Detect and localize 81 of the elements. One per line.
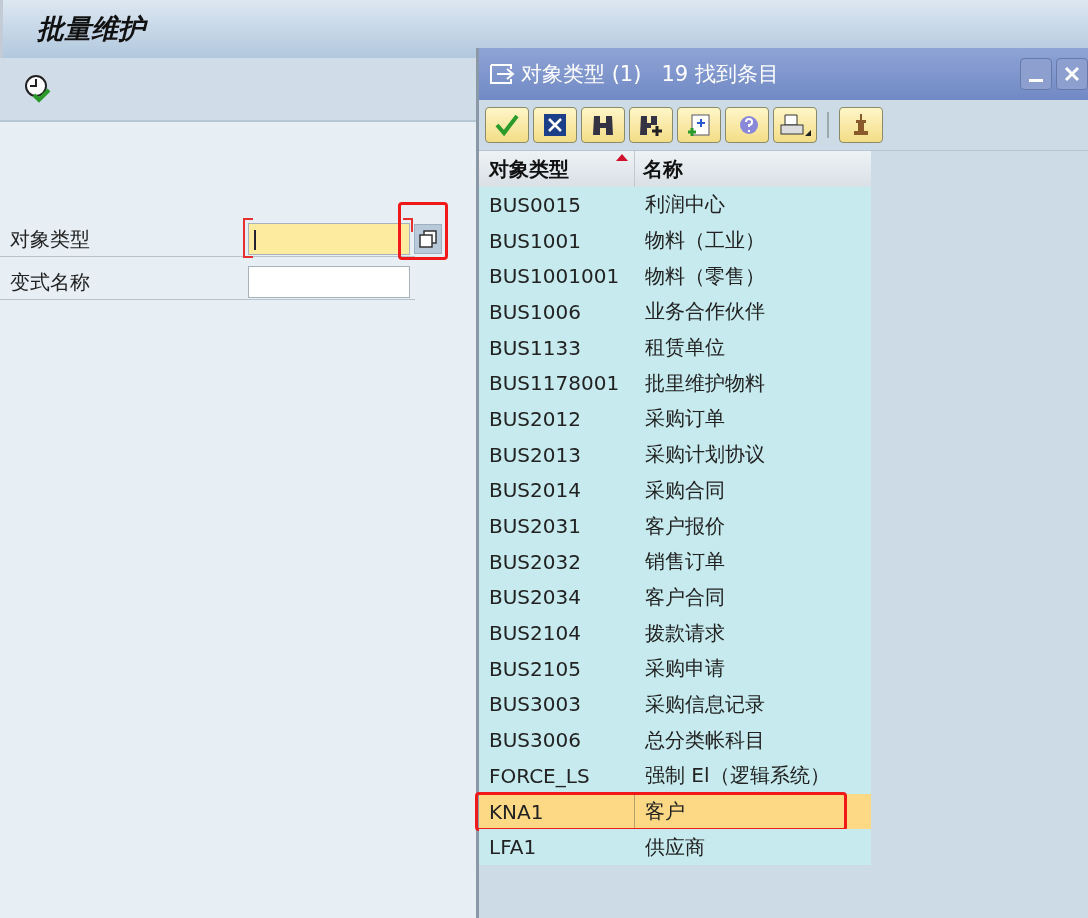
table-cell-text: BUS2104 bbox=[488, 620, 582, 648]
table-cell-text: 采购订单 bbox=[644, 405, 726, 433]
table-cell-text: 供应商 bbox=[644, 833, 706, 861]
cancel-icon bbox=[542, 113, 568, 137]
print-button[interactable] bbox=[773, 107, 817, 143]
column-header[interactable]: 名称 bbox=[635, 151, 871, 187]
table-cell-text: 强制 El（逻辑系统） bbox=[644, 762, 815, 790]
table-cell-text: BUS1001001 bbox=[488, 263, 621, 291]
table-cell-text: 采购计划协议 bbox=[644, 441, 766, 469]
find-next-button[interactable] bbox=[629, 107, 673, 143]
new-document-icon bbox=[686, 113, 712, 137]
text-cursor bbox=[254, 230, 256, 250]
table-cell-text: BUS1001 bbox=[488, 227, 582, 255]
table-row[interactable]: BUS2034 客户合同 bbox=[479, 579, 871, 616]
minimize-icon bbox=[1029, 78, 1043, 82]
table-cell-text: BUS3006 bbox=[488, 727, 582, 755]
pin-button[interactable] bbox=[839, 107, 883, 143]
field-label: 变式名称 bbox=[10, 268, 91, 296]
table-cell-text: BUS1178001 bbox=[488, 370, 621, 398]
copy-icon bbox=[418, 229, 438, 249]
table-cell-text: 批里维护物料 bbox=[644, 369, 766, 397]
table-cell-text: 客户 bbox=[644, 798, 686, 826]
table-cell-text: 总分类帐科目 bbox=[644, 726, 766, 754]
table-cell-text: BUS2105 bbox=[488, 655, 582, 683]
table-cell-text: BUS2013 bbox=[488, 441, 582, 469]
new-entry-button[interactable] bbox=[677, 107, 721, 143]
table-row[interactable]: BUS2104 拨款请求 bbox=[479, 615, 871, 651]
find-button[interactable] bbox=[581, 107, 625, 143]
table-cell-text: BUS1133 bbox=[488, 334, 582, 362]
dialog-icon bbox=[489, 63, 515, 85]
close-button[interactable] bbox=[1056, 58, 1088, 90]
minimize-button[interactable] bbox=[1020, 58, 1052, 90]
sort-indicator-icon bbox=[616, 154, 628, 161]
table-cell-text: BUS2031 bbox=[488, 513, 582, 541]
table-cell-text: 采购合同 bbox=[644, 476, 726, 504]
cancel-button[interactable] bbox=[533, 107, 577, 143]
table-row[interactable]: BUS1133 租赁单位 bbox=[479, 329, 871, 366]
table-row[interactable]: BUS1006 业务合作伙伴 bbox=[479, 294, 871, 330]
close-icon bbox=[1063, 65, 1081, 83]
field-label: 对象类型 bbox=[10, 225, 91, 253]
table-cell-text: 租赁单位 bbox=[644, 334, 726, 362]
table-row[interactable]: BUS2014 采购合同 bbox=[479, 472, 871, 509]
table-cell-text: 采购申请 bbox=[644, 655, 726, 683]
value-help-button[interactable] bbox=[414, 224, 442, 254]
table-cell-text: 物料（工业） bbox=[644, 227, 766, 255]
table-cell-text: 物料（零售） bbox=[644, 262, 766, 290]
table-row[interactable]: BUS2012 采购订单 bbox=[479, 401, 871, 437]
table-cell-text: BUS2034 bbox=[488, 584, 582, 612]
table-cell-text: 采购信息记录 bbox=[644, 690, 766, 718]
table-row[interactable]: BUS2013 采购计划协议 bbox=[479, 436, 871, 473]
checkmark-icon bbox=[494, 113, 520, 137]
table-row[interactable]: BUS3006 总分类帐科目 bbox=[479, 722, 871, 758]
table-cell-text: BUS2014 bbox=[488, 477, 582, 505]
dialog-title: 对象类型 (1) 19 找到条目 bbox=[521, 61, 780, 88]
table-cell-text: 利润中心 bbox=[644, 191, 726, 219]
table-row[interactable]: FORCE_LS 强制 El（逻辑系统） bbox=[479, 758, 871, 794]
table-cell-text: 客户合同 bbox=[644, 583, 726, 611]
table-cell-text: 拨款请求 bbox=[644, 619, 726, 647]
table-row[interactable]: BUS3003 采购信息记录 bbox=[479, 686, 871, 723]
table-cell-text: LFA1 bbox=[488, 834, 538, 862]
help-button[interactable] bbox=[725, 107, 769, 143]
table-cell-text: BUS1006 bbox=[488, 298, 582, 326]
table-row[interactable]: BUS2032 销售订单 bbox=[479, 543, 871, 580]
table-cell-text: 业务合作伙伴 bbox=[644, 298, 766, 326]
table-cell-text: 销售订单 bbox=[644, 548, 726, 576]
table-row[interactable]: BUS2105 采购申请 bbox=[479, 650, 871, 687]
dropdown-icon bbox=[805, 130, 811, 136]
table-cell-text: 客户报价 bbox=[644, 512, 726, 540]
table-cell-text: BUS2012 bbox=[488, 405, 582, 433]
table-row[interactable]: LFA1 供应商 bbox=[479, 829, 871, 866]
table-row[interactable]: BUS0015 利润中心 bbox=[479, 187, 871, 223]
table-cell-text: BUS3003 bbox=[488, 691, 582, 719]
table-row[interactable]: BUS1001001 物料（零售） bbox=[479, 258, 871, 295]
table-cell-text: BUS0015 bbox=[488, 191, 582, 219]
table-cell-text: BUS2032 bbox=[488, 548, 582, 576]
table-row[interactable]: BUS2031 客户报价 bbox=[479, 508, 871, 544]
table-row[interactable]: BUS1178001 批里维护物料 bbox=[479, 365, 871, 402]
printer-icon bbox=[779, 113, 805, 137]
table-row[interactable]: BUS1001 物料（工业） bbox=[479, 222, 871, 259]
input-field[interactable] bbox=[248, 266, 410, 298]
table-cell-text: FORCE_LS bbox=[488, 762, 591, 790]
